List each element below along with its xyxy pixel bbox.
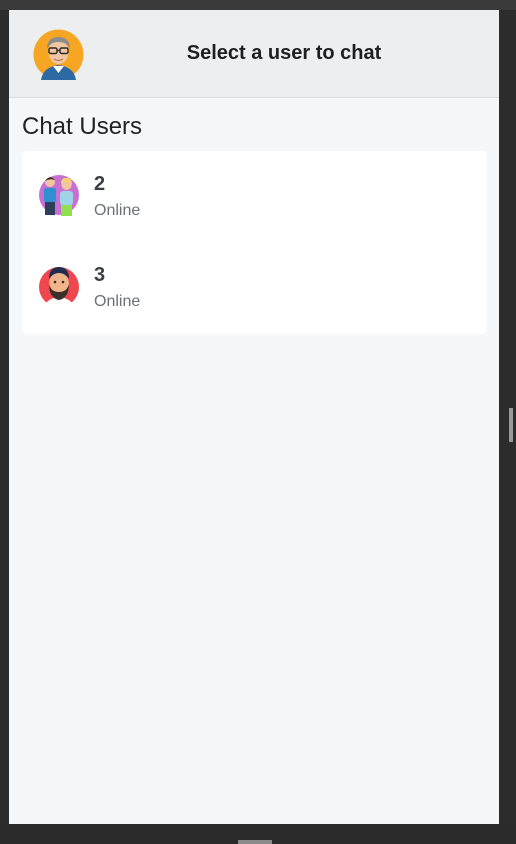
chat-app-window: Select a user to chat Chat Users 2 Onlin… bbox=[9, 10, 499, 824]
user-name: 2 bbox=[94, 173, 106, 195]
section-title: Chat Users bbox=[22, 113, 143, 140]
home-indicator[interactable] bbox=[238, 840, 272, 844]
resize-handle[interactable] bbox=[509, 408, 513, 442]
user-profile-avatar[interactable] bbox=[33, 29, 84, 80]
user-list-item[interactable]: 2 Online bbox=[22, 169, 487, 260]
users-list-card: 2 Online 3 Online bbox=[22, 151, 487, 334]
bottom-bar bbox=[0, 824, 516, 844]
user-status: Online bbox=[94, 202, 141, 219]
user-name: 3 bbox=[94, 264, 106, 286]
app-header: Select a user to chat bbox=[9, 10, 499, 98]
window-top-bar bbox=[0, 0, 516, 10]
user-list-item[interactable]: 3 Online bbox=[22, 260, 487, 351]
couple-avatar-icon bbox=[39, 175, 79, 216]
user-status: Online bbox=[94, 293, 141, 310]
bearded-man-avatar-icon bbox=[39, 267, 79, 312]
